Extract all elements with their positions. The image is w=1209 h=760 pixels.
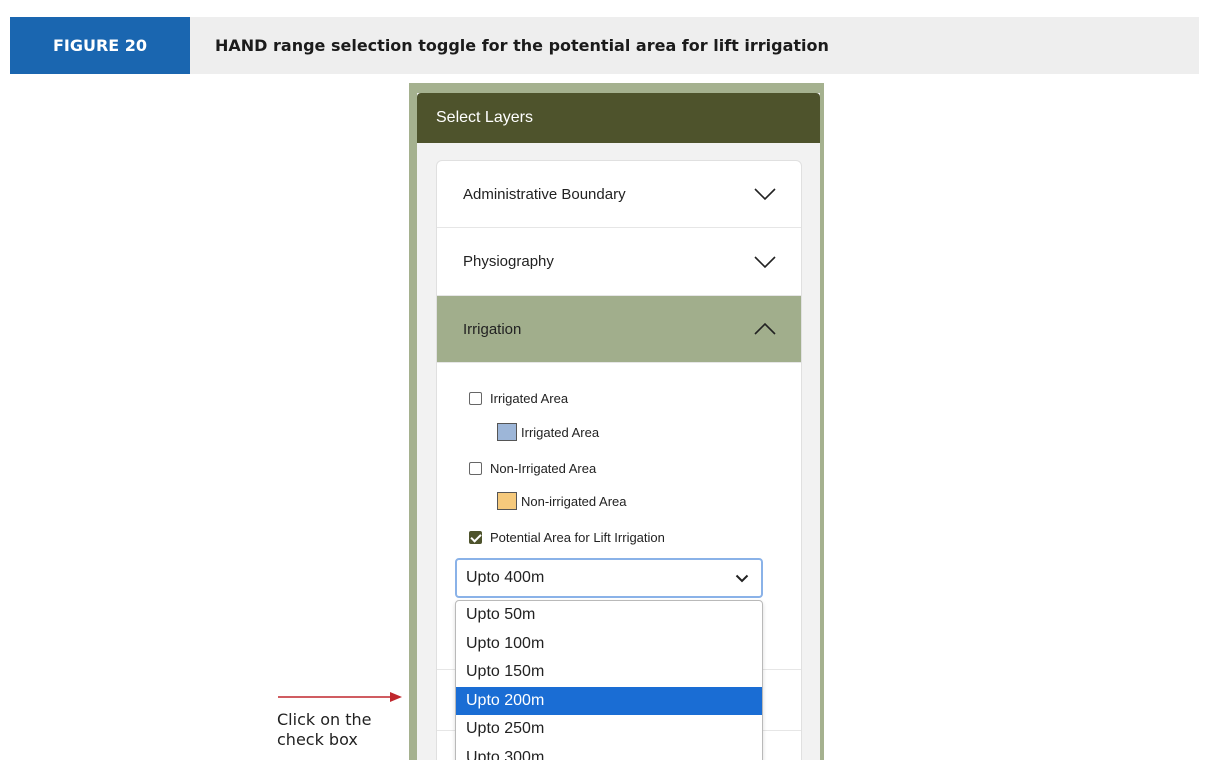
layer-label: Non-Irrigated Area [490, 461, 597, 476]
irrigated-area-checkbox[interactable] [469, 392, 482, 405]
hand-range-options: Upto 50m Upto 100m Upto 150m Upto 200m U… [455, 600, 763, 760]
annotation-line-1: Click on the [277, 710, 372, 729]
accordion-administrative-boundary[interactable]: Administrative Boundary [437, 161, 801, 228]
accordion-label: Administrative Boundary [463, 185, 626, 203]
non-irrigated-area-checkbox[interactable] [469, 462, 482, 475]
option-upto-100m[interactable]: Upto 100m [456, 630, 762, 659]
chevron-down-icon [754, 255, 776, 268]
figure-title: HAND range selection toggle for the pote… [215, 36, 829, 55]
layer-label: Irrigated Area [490, 391, 569, 406]
annotation-line-2: check box [277, 730, 358, 749]
option-upto-150m[interactable]: Upto 150m [456, 658, 762, 687]
layer-non-irrigated-area[interactable]: Non-Irrigated Area [469, 461, 596, 476]
option-upto-300m[interactable]: Upto 300m [456, 744, 762, 760]
legend-irrigated-area: Irrigated Area [497, 423, 599, 441]
legend-non-irrigated-area: Non-irrigated Area [497, 492, 627, 510]
layer-label: Potential Area for Lift Irrigation [490, 530, 665, 545]
legend-label: Non-irrigated Area [521, 493, 627, 509]
annotation-note: Click on the check box [277, 710, 371, 750]
select-layers-panel: Select Layers Administrative Boundary Ph… [417, 93, 820, 760]
potential-lift-irrigation-checkbox[interactable] [469, 531, 482, 544]
option-upto-200m[interactable]: Upto 200m [456, 686, 762, 715]
option-upto-50m[interactable]: Upto 50m [456, 601, 762, 630]
screenshot-frame: Select Layers Administrative Boundary Ph… [409, 83, 824, 760]
select-value: Upto 400m [466, 569, 545, 586]
legend-swatch [497, 492, 517, 510]
figure-number: FIGURE 20 [10, 17, 190, 74]
chevron-up-icon [754, 322, 776, 335]
annotation-arrow [278, 692, 402, 702]
figure-header: FIGURE 20 HAND range selection toggle fo… [10, 17, 1199, 74]
panel-header: Select Layers [417, 93, 820, 143]
chevron-down-icon [735, 574, 749, 582]
legend-label: Irrigated Area [521, 424, 600, 440]
option-upto-250m[interactable]: Upto 250m [456, 715, 762, 744]
hand-range-select[interactable]: Upto 400m [455, 558, 763, 598]
accordion-irrigation[interactable]: Irrigation [437, 296, 801, 363]
chevron-down-icon [754, 188, 776, 201]
accordion-physiography[interactable]: Physiography [437, 228, 801, 296]
legend-swatch [497, 423, 517, 441]
layer-irrigated-area[interactable]: Irrigated Area [469, 391, 568, 406]
accordion-label: Irrigation [463, 320, 522, 338]
layer-potential-lift-irrigation[interactable]: Potential Area for Lift Irrigation [469, 530, 665, 545]
accordion-label: Physiography [463, 253, 554, 270]
